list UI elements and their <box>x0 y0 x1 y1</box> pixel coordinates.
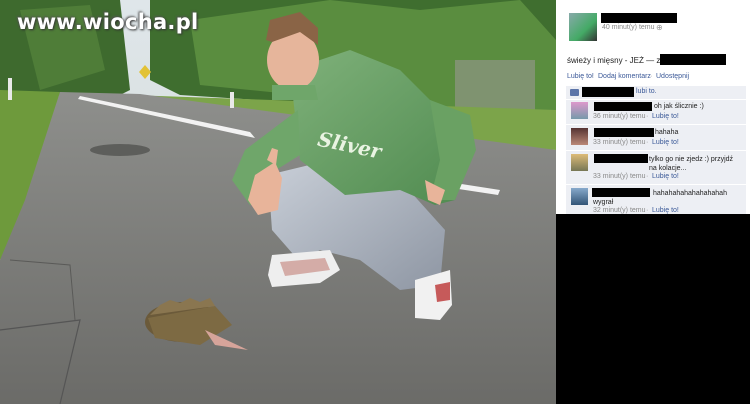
globe-icon: ⊕ <box>656 23 663 32</box>
comment-timestamp[interactable]: 33 minut(y) temu <box>593 139 646 146</box>
comment-like-button[interactable]: Lubię to! <box>652 173 679 180</box>
comment-timestamp[interactable]: 36 minut(y) temu <box>593 113 646 120</box>
redacted-commenter-name <box>594 102 652 111</box>
comment-text: tylko go nie zjedz :) przyjdź na kolacje… <box>649 156 734 172</box>
comment-text: hahahahahahahahahah wygrał <box>593 190 727 206</box>
redacted-author-name <box>601 13 677 23</box>
site-watermark: www.wiocha.pl <box>17 10 199 34</box>
comment-separator: · <box>646 113 649 120</box>
redacted-tagged-name <box>660 54 726 65</box>
thumbs-up-icon <box>570 89 579 96</box>
likes-text[interactable]: lubi to. <box>636 88 657 95</box>
comment-timestamp[interactable]: 32 minut(y) temu <box>593 207 646 214</box>
comment-like-button[interactable]: Lubię to! <box>652 139 679 146</box>
post-caption: świeży i mięsny - JEŻ — z: <box>567 56 663 65</box>
like-post-button[interactable]: Lubię to! <box>567 73 594 80</box>
author-avatar[interactable] <box>569 13 597 41</box>
comment-timestamp[interactable]: 33 minut(y) temu <box>593 173 646 180</box>
commenter-avatar[interactable] <box>571 188 588 205</box>
comment-separator: · <box>646 207 649 214</box>
redacted-likers <box>582 87 634 97</box>
commenter-avatar[interactable] <box>571 154 588 171</box>
redacted-commenter-name <box>594 154 648 163</box>
comment-like-button[interactable]: Lubię to! <box>652 113 679 120</box>
commenter-avatar[interactable] <box>571 128 588 145</box>
redacted-commenter-name <box>594 128 654 137</box>
action-separator: · <box>591 73 594 80</box>
comment-separator: · <box>646 139 649 146</box>
photo-illustration: Sliver <box>0 0 556 404</box>
add-comment-button[interactable]: Dodaj komentarz <box>598 73 651 80</box>
comment-text: oh jak ślicznie :) <box>654 103 704 110</box>
blank-area <box>566 214 750 404</box>
comment-separator: · <box>646 173 649 180</box>
share-post-button[interactable]: Udostępnij <box>656 73 689 80</box>
action-separator: · <box>650 73 653 80</box>
comment-like-button[interactable]: Lubię to! <box>652 207 679 214</box>
comment-text: hahaha <box>655 129 679 136</box>
post-photo[interactable]: Sliver www.wiocha.pl <box>0 0 556 404</box>
commenter-avatar[interactable] <box>571 102 588 119</box>
post-timestamp[interactable]: 40 minut(y) temu <box>602 24 655 31</box>
